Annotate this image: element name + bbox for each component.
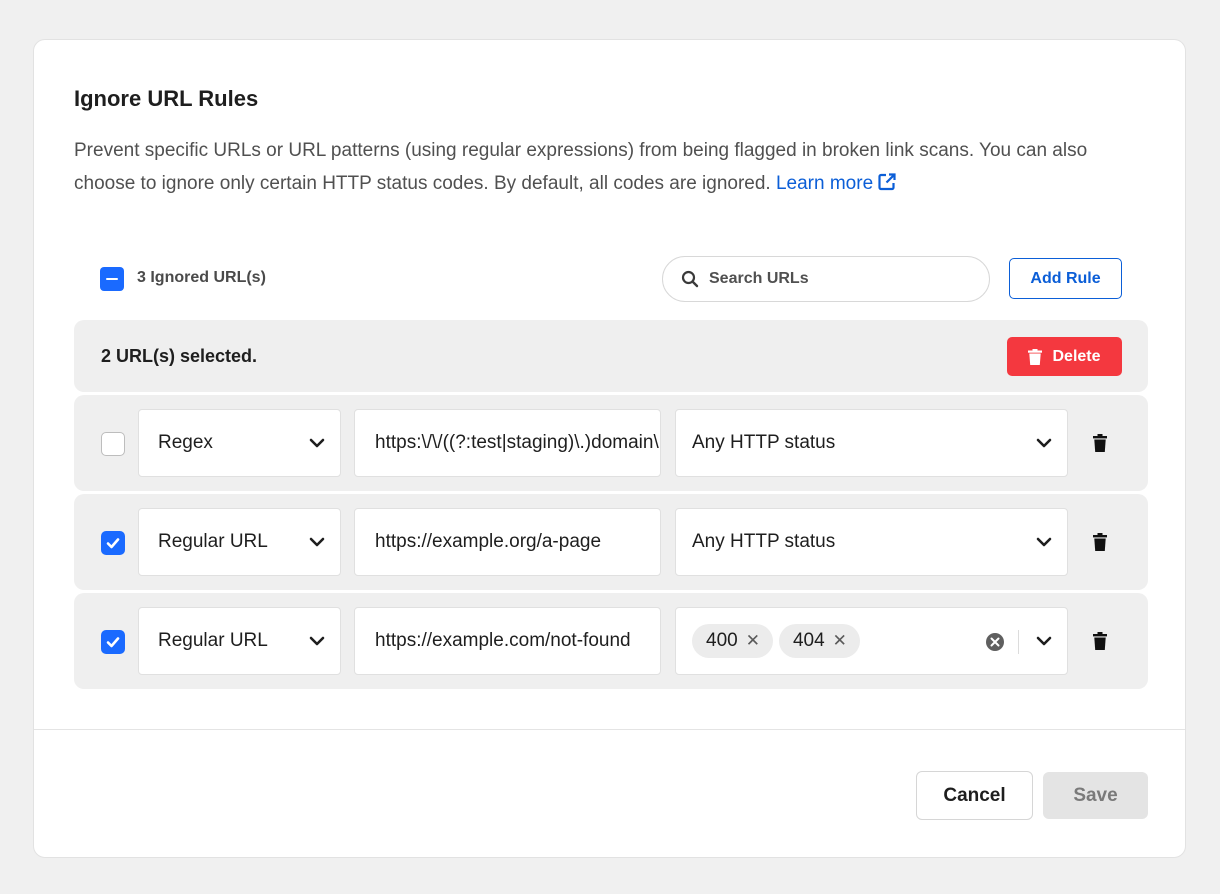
row-checkbox[interactable]	[101, 531, 125, 555]
rule-type-value: Regular URL	[158, 531, 268, 552]
dialog-title: Ignore URL Rules	[74, 86, 259, 111]
row-checkbox[interactable]	[101, 432, 125, 456]
chevron-down-icon	[309, 438, 325, 448]
trash-icon[interactable]	[1092, 434, 1108, 452]
select-all-checkbox[interactable]	[100, 267, 124, 291]
check-icon	[106, 538, 120, 549]
select-separator	[1018, 630, 1019, 654]
status-code-chip: 400 ✕	[692, 624, 773, 658]
delete-selected-button[interactable]: Delete	[1007, 337, 1122, 376]
chevron-down-icon	[309, 636, 325, 646]
rule-type-value: Regex	[158, 432, 213, 453]
learn-more-label: Learn more	[775, 173, 874, 194]
rule-row: Regular URL https://example.org/a-page A…	[74, 494, 1148, 590]
chevron-down-icon	[1036, 636, 1052, 646]
url-value: https://example.org/a-page	[375, 531, 602, 552]
url-input[interactable]: https:\/\/((?:test|staging)\.)domain\.co…	[354, 409, 661, 477]
indeterminate-icon	[106, 278, 118, 280]
chevron-down-icon	[1036, 537, 1052, 547]
remove-chip-icon[interactable]: ✕	[833, 631, 847, 651]
chevron-down-icon	[1036, 438, 1052, 448]
check-icon	[106, 637, 120, 648]
status-code-chip: 404 ✕	[778, 624, 860, 658]
url-value: https://example.com/not-found	[375, 630, 631, 651]
search-placeholder: Search URLs	[709, 270, 809, 287]
ignore-url-rules-dialog: Ignore URL Rules Prevent specific URLs o…	[33, 39, 1186, 858]
http-status-value: Any HTTP status	[692, 531, 836, 552]
selection-bar: 2 URL(s) selected. Delete	[74, 320, 1148, 392]
clear-all-icon[interactable]	[985, 632, 1005, 652]
status-code-value: 400	[706, 630, 738, 651]
selection-count-text: 2 URL(s) selected.	[101, 346, 258, 366]
rule-type-select[interactable]: Regex	[138, 409, 341, 477]
http-status-value: Any HTTP status	[692, 432, 836, 453]
rule-row: Regular URL https://example.com/not-foun…	[74, 593, 1148, 689]
external-link-icon	[878, 173, 896, 191]
save-button[interactable]: Save	[1043, 772, 1148, 819]
rule-type-select[interactable]: Regular URL	[138, 508, 341, 576]
url-input[interactable]: https://example.org/a-page	[354, 508, 661, 576]
rule-type-value: Regular URL	[158, 630, 268, 651]
http-status-multiselect[interactable]: 400 ✕ 404 ✕	[675, 607, 1068, 675]
row-checkbox[interactable]	[101, 630, 125, 654]
trash-icon	[1028, 348, 1043, 365]
http-status-select[interactable]: Any HTTP status	[675, 508, 1068, 576]
chevron-down-icon	[309, 537, 325, 547]
search-input[interactable]: Search URLs	[662, 256, 990, 302]
learn-more-link[interactable]: Learn more	[776, 173, 897, 194]
http-status-select[interactable]: Any HTTP status	[675, 409, 1068, 477]
delete-label: Delete	[1052, 347, 1101, 365]
rule-type-select[interactable]: Regular URL	[138, 607, 341, 675]
ignored-count-label: 3 Ignored URL(s)	[137, 269, 266, 286]
trash-icon[interactable]	[1092, 533, 1108, 551]
trash-icon[interactable]	[1092, 632, 1108, 650]
status-code-value: 404	[792, 630, 825, 651]
description-text: Prevent specific URLs or URL patterns (u…	[74, 140, 1088, 194]
dialog-description: Prevent specific URLs or URL patterns (u…	[74, 134, 1134, 200]
footer-divider	[34, 729, 1185, 730]
remove-chip-icon[interactable]: ✕	[746, 631, 760, 651]
url-value: https:\/\/((?:test|staging)\.)domain\.co…	[375, 432, 660, 453]
cancel-button[interactable]: Cancel	[916, 771, 1033, 820]
search-icon	[681, 270, 699, 288]
url-input[interactable]: https://example.com/not-found	[354, 607, 661, 675]
rule-row: Regex https:\/\/((?:test|staging)\.)doma…	[74, 395, 1148, 491]
add-rule-button[interactable]: Add Rule	[1009, 258, 1122, 299]
